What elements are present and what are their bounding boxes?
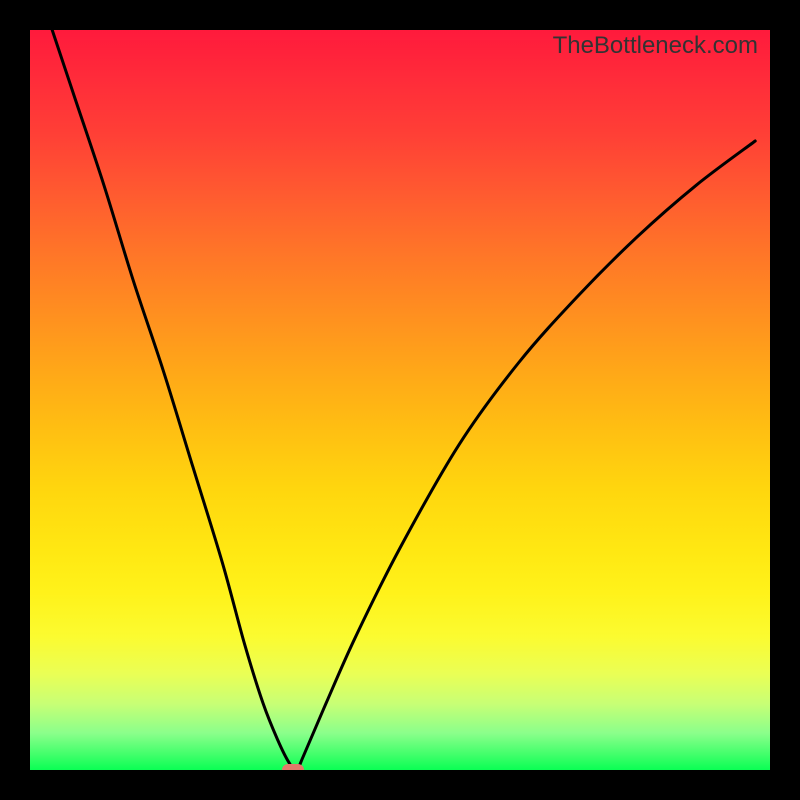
- watermark-text: TheBottleneck.com: [553, 32, 758, 60]
- chart-frame: [0, 0, 800, 800]
